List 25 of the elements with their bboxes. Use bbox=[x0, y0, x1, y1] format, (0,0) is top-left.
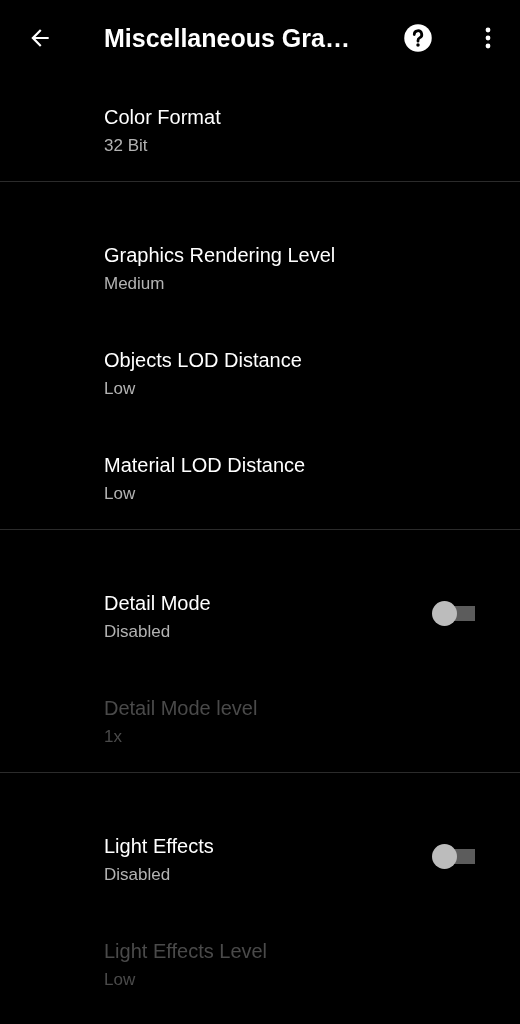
preference-title: Graphics Rendering Level bbox=[104, 243, 337, 268]
screen-title: Miscellaneous Gra… bbox=[104, 23, 351, 53]
preference-title: Color Format bbox=[104, 105, 222, 130]
preference-title: Objects LOD Distance bbox=[104, 348, 303, 373]
preference-item[interactable]: Graphics Rendering Level Medium bbox=[0, 214, 520, 319]
preference-summary: Medium bbox=[104, 273, 166, 295]
preference-title: Light Effects Level bbox=[104, 939, 269, 964]
preference-summary: Disabled bbox=[104, 621, 172, 643]
preference-summary: 32 Bit bbox=[104, 135, 149, 157]
preference-title: Detail Mode level bbox=[104, 696, 259, 721]
preference-item[interactable]: Color Format 32 Bit bbox=[0, 76, 520, 181]
more-options-icon[interactable] bbox=[484, 26, 492, 50]
preference-title: Light Effects bbox=[104, 834, 215, 859]
preference-summary: 1x bbox=[104, 726, 123, 748]
help-icon[interactable] bbox=[403, 23, 433, 53]
preference-summary: Low bbox=[104, 483, 137, 505]
preference-title: Material LOD Distance bbox=[104, 453, 307, 478]
preference-summary: Low bbox=[104, 378, 137, 400]
preference-summary: Disabled bbox=[104, 864, 172, 886]
preference-item[interactable]: Light Effects Disabled bbox=[0, 805, 520, 910]
preference-summary: Low bbox=[104, 969, 137, 991]
preference-item[interactable]: Objects LOD Distance Low bbox=[0, 319, 520, 424]
preference-item[interactable]: Detail Mode Disabled bbox=[0, 562, 520, 667]
preference-title: Detail Mode bbox=[104, 591, 212, 616]
preference-item[interactable]: Material LOD Distance Low bbox=[0, 424, 520, 529]
